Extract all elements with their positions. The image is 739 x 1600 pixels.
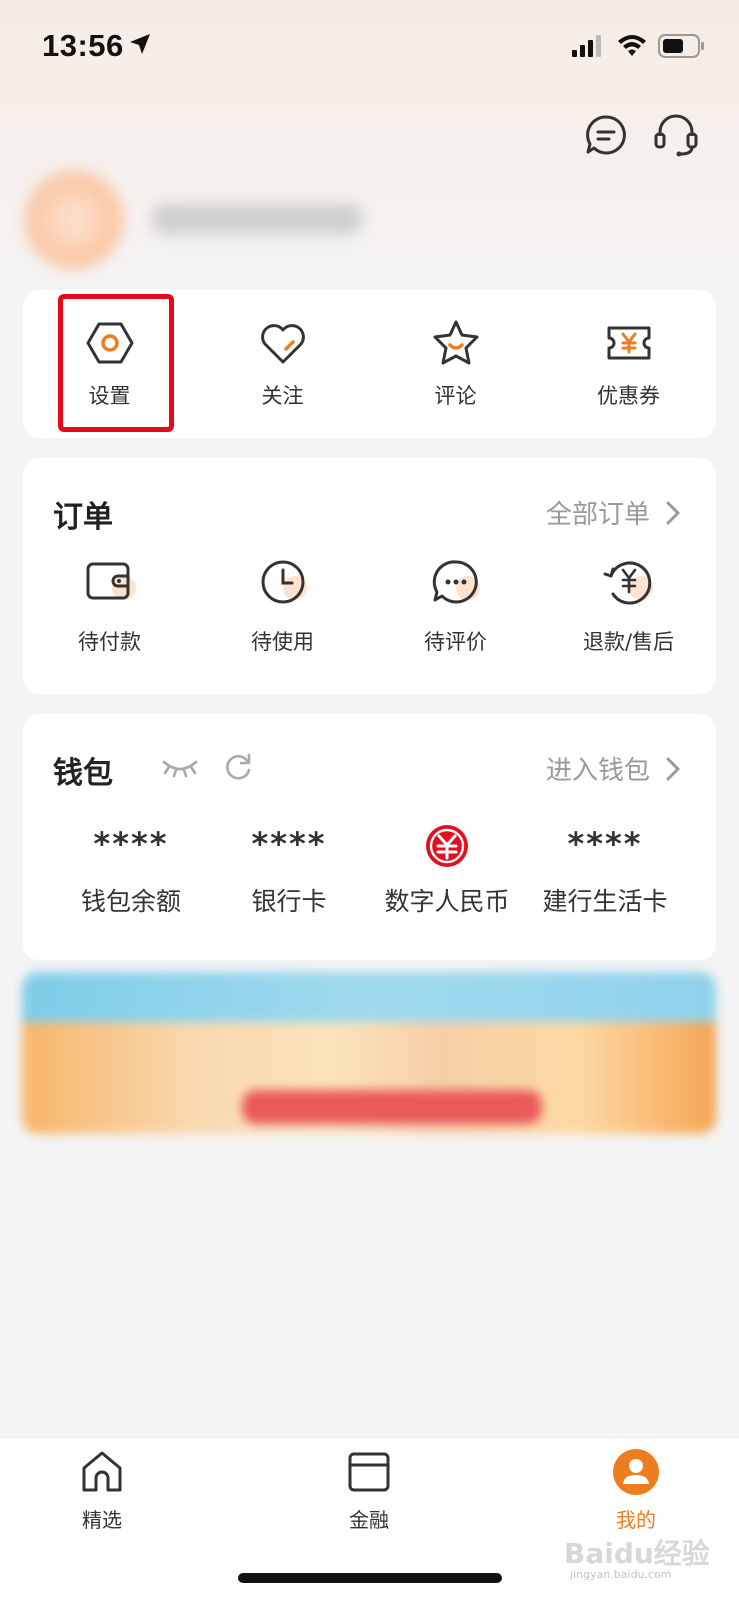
coupon-icon	[607, 326, 650, 360]
tab-finance[interactable]: 金融	[314, 1448, 424, 1533]
avatar[interactable]	[24, 170, 124, 270]
banner-red-strip	[242, 1090, 542, 1124]
tab-featured-label: 精选	[82, 1508, 122, 1532]
enter-wallet-label: 进入钱包	[545, 756, 650, 786]
wallet-balance-label: 钱包余额	[80, 887, 181, 916]
comments-button[interactable]: 评论	[369, 290, 542, 438]
clock-icon	[261, 560, 307, 604]
home-indicator[interactable]	[238, 1573, 502, 1583]
bank-card-label: 银行卡	[251, 887, 327, 916]
refresh-icon[interactable]	[223, 752, 253, 782]
ccb-life-card-label: 建行生活卡	[542, 887, 668, 916]
refund-icon	[603, 561, 653, 605]
follow-label: 关注	[261, 384, 304, 408]
to-use-button[interactable]: 待使用	[196, 554, 369, 656]
status-bar: 13:56	[0, 0, 739, 92]
home-icon	[82, 1451, 122, 1492]
customer-service-headset-icon[interactable]	[653, 112, 699, 158]
wallet-balance-value: ****	[93, 825, 169, 863]
heart-icon	[260, 324, 305, 364]
wallet-card: 钱包 进入钱包 **** 钱包余额 **** 银行卡 数字人民币 **** 建行…	[23, 714, 716, 960]
user-name-blurred[interactable]	[152, 204, 362, 234]
bank-card-item[interactable]: **** 银行卡	[209, 824, 369, 918]
all-orders-link[interactable]: 全部订单	[546, 494, 680, 531]
status-time: 13:56	[42, 28, 124, 63]
refund-button[interactable]: 退款/售后	[542, 554, 715, 656]
pending-payment-button[interactable]: 待付款	[23, 554, 196, 656]
user-icon	[613, 1449, 659, 1495]
pending-payment-label: 待付款	[78, 630, 141, 654]
all-orders-label: 全部订单	[545, 500, 650, 530]
message-icon[interactable]	[585, 114, 627, 156]
digital-rmb-label: 数字人民币	[384, 887, 510, 916]
enter-wallet-link[interactable]: 进入钱包	[546, 750, 680, 787]
refund-label: 退款/售后	[582, 630, 675, 654]
coupons-label: 优惠券	[597, 384, 660, 408]
battery-icon	[658, 34, 704, 58]
comments-label: 评论	[434, 384, 477, 408]
to-review-label: 待评价	[424, 630, 487, 654]
tab-finance-label: 金融	[349, 1508, 389, 1532]
to-use-label: 待使用	[251, 630, 314, 654]
follow-button[interactable]: 关注	[196, 290, 369, 438]
orders-title: 订单	[53, 500, 113, 535]
chevron-right-icon	[666, 757, 680, 780]
coupons-button[interactable]: 优惠券	[542, 290, 715, 438]
tab-featured[interactable]: 精选	[47, 1448, 157, 1533]
promo-banner[interactable]	[22, 972, 716, 1134]
chevron-right-icon	[666, 501, 680, 524]
tab-mine[interactable]: 我的	[581, 1448, 691, 1533]
chat-bubble-icon	[432, 560, 480, 604]
tab-mine-label: 我的	[616, 1508, 656, 1532]
wallet-balance-item[interactable]: **** 钱包余额	[51, 824, 211, 918]
ccb-life-card-value: ****	[567, 825, 643, 863]
wallet-title: 钱包	[53, 756, 113, 791]
bank-card-value: ****	[251, 825, 327, 863]
star-icon	[433, 320, 478, 365]
cellular-signal-icon	[572, 35, 601, 57]
banner-sky	[22, 972, 716, 1022]
eye-closed-icon[interactable]	[161, 754, 199, 780]
wifi-icon	[618, 35, 646, 56]
digital-rmb-icon-wrap	[425, 824, 469, 867]
wallet-icon	[86, 562, 136, 600]
digital-rmb-item[interactable]: 数字人民币	[367, 824, 527, 918]
card-icon	[348, 1452, 390, 1492]
to-review-button[interactable]: 待评价	[369, 554, 542, 656]
orders-card: 订单 全部订单 待付款 待使用 待评价 退款/售后	[23, 458, 716, 694]
ccb-life-card-item[interactable]: **** 建行生活卡	[525, 824, 685, 918]
digital-rmb-icon	[426, 825, 468, 867]
watermark-logo: Baidu经验	[564, 1537, 710, 1570]
location-arrow-icon	[130, 34, 150, 54]
highlight-box	[58, 294, 174, 432]
watermark-url: jingyan.baidu.com	[570, 1568, 672, 1581]
